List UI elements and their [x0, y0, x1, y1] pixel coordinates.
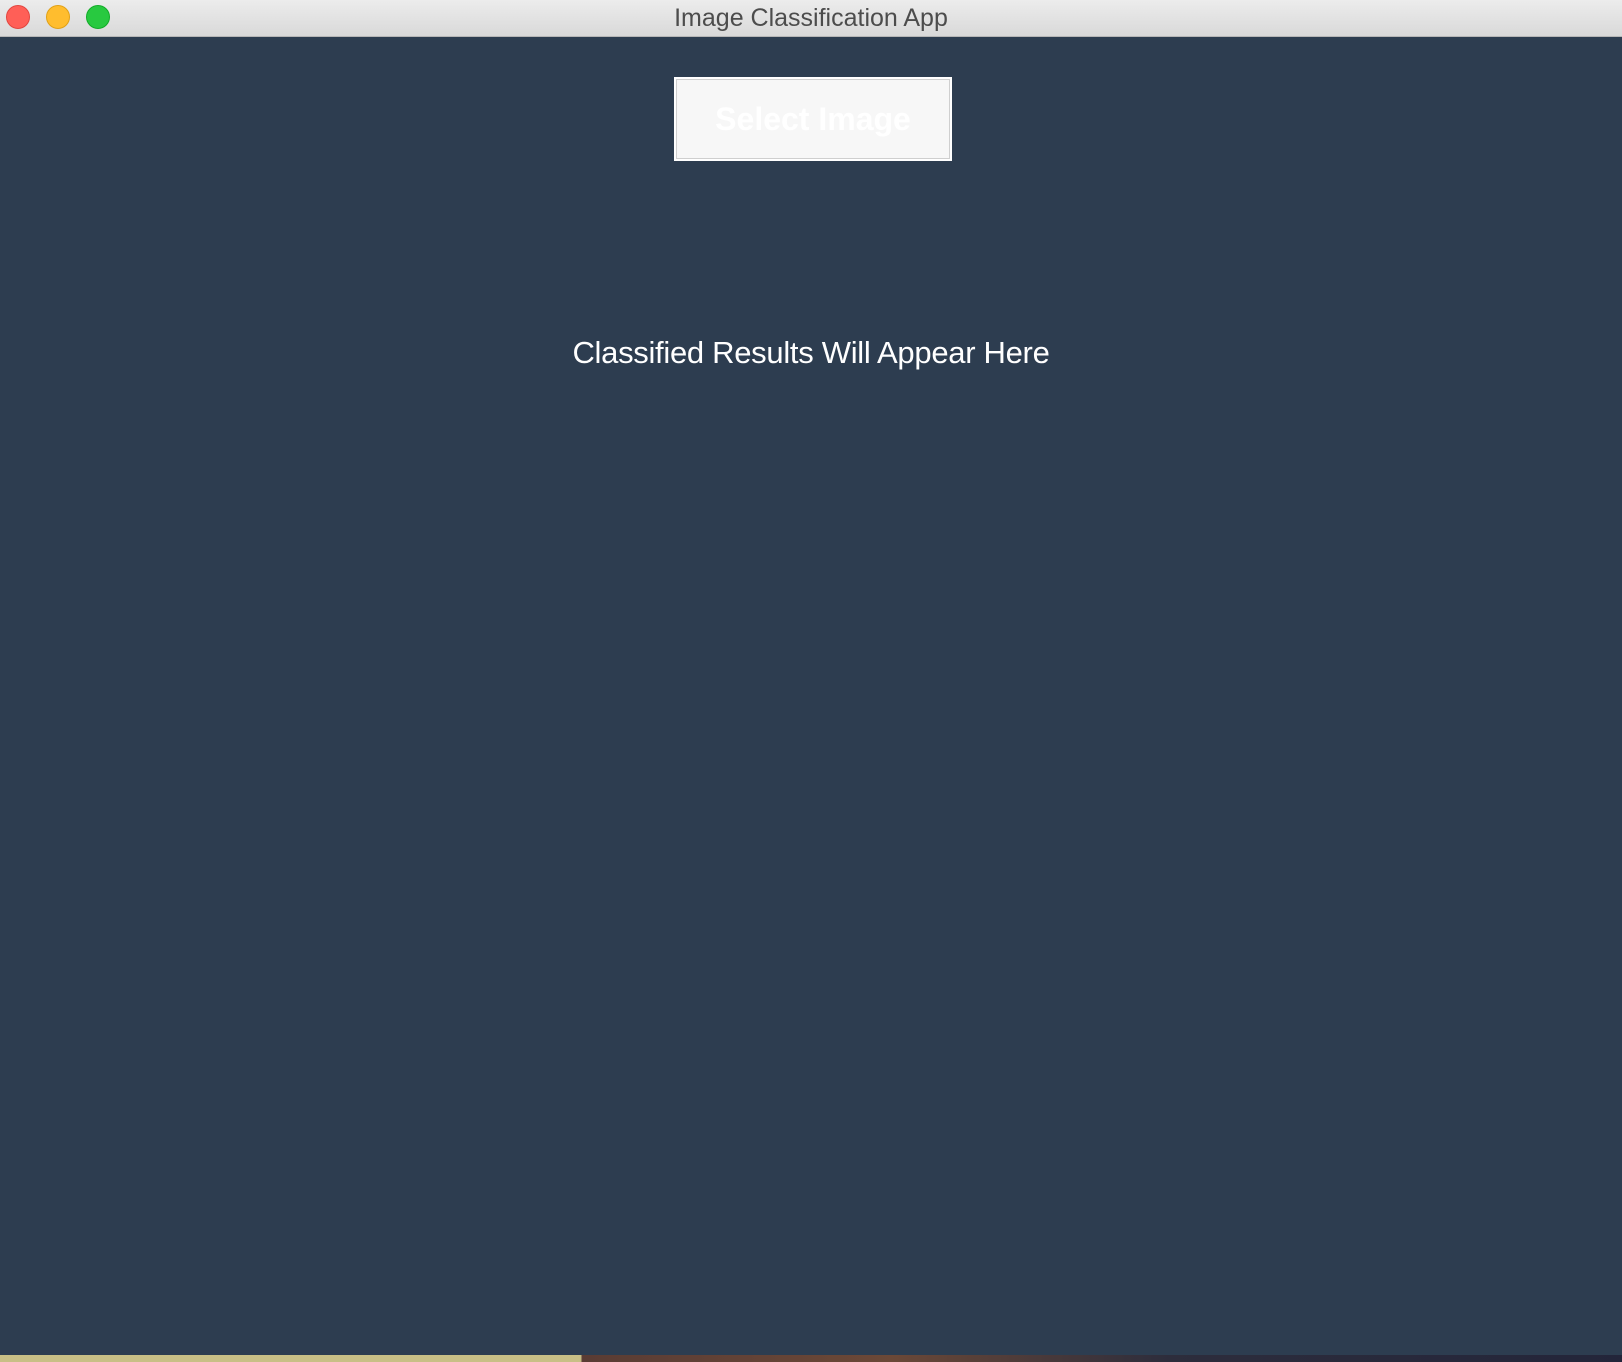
- window-title: Image Classification App: [674, 4, 948, 32]
- title-bar[interactable]: Image Classification App: [0, 0, 1622, 37]
- classification-results-placeholder: Classified Results Will Appear Here: [572, 335, 1050, 370]
- desktop-background-strip: [0, 1355, 1622, 1362]
- select-image-button[interactable]: Select Image: [674, 77, 952, 161]
- app-window: Image Classification App Select Image Cl…: [0, 0, 1622, 1362]
- main-content: Select Image Classified Results Will App…: [0, 37, 1622, 1355]
